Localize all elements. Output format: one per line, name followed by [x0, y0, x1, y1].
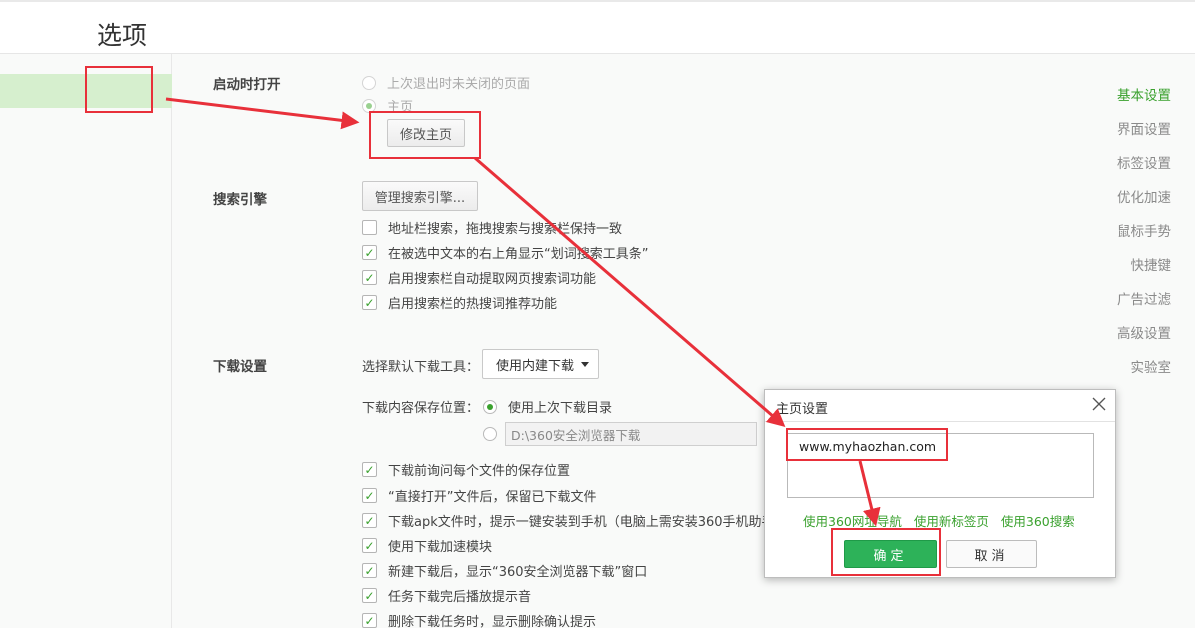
search-option-label: 在被选中文本的右上角显示“划词搜索工具条” — [388, 247, 649, 262]
search-option-label: 地址栏搜索，拖拽搜索与搜索栏保持一致 — [388, 222, 623, 237]
sidebar-item-advanced[interactable]: 高级设置 — [1117, 322, 1171, 342]
dialog-title: 主页设置 — [776, 402, 829, 417]
search-option-label: 启用搜索栏的热搜词推荐功能 — [388, 297, 558, 312]
download-option-label: 删除下载任务时，显示删除确认提示 — [388, 615, 597, 628]
startup-option-last-label: 上次退出时未关闭的页面 — [387, 77, 531, 92]
options-header: 选项 — [0, 0, 1195, 54]
sidebar-item-interface[interactable]: 界面设置 — [1117, 118, 1171, 138]
checkmark-icon[interactable]: ✓ — [362, 588, 377, 603]
download-tool-select[interactable]: 使用内建下载 — [482, 349, 599, 379]
checkbox-icon[interactable] — [362, 220, 377, 235]
homepage-dialog: 主页设置 www.myhaozhan.com 使用360网址导航 使用新标签页 … — [764, 389, 1116, 578]
checkmark-icon[interactable]: ✓ — [362, 488, 377, 503]
download-tool-value: 使用内建下载 — [496, 358, 575, 374]
radio-icon[interactable] — [362, 98, 376, 113]
startup-section-label: 启动时打开 — [213, 77, 281, 93]
divider — [765, 421, 1115, 422]
dialog-preset-links: 使用360网址导航 使用新标签页 使用360搜索 — [803, 511, 1075, 530]
chevron-down-icon — [581, 362, 589, 367]
ok-button[interactable]: 确定 — [844, 540, 937, 568]
search-option[interactable]: ✓ 启用搜索栏的热搜词推荐功能 — [362, 293, 557, 312]
download-tool-label: 选择默认下载工具： — [362, 360, 480, 375]
sidebar — [0, 54, 172, 628]
download-option-label: 下载apk文件时，提示一键安装到手机（电脑上需安装360手机助手 — [388, 515, 775, 530]
download-option[interactable]: ✓ 任务下载完后播放提示音 — [362, 586, 531, 605]
use-360-nav-link[interactable]: 使用360网址导航 — [803, 511, 902, 530]
startup-option-home-label: 主页 — [387, 100, 414, 115]
sidebar-item-lab[interactable]: 实验室 — [1131, 356, 1172, 376]
download-option[interactable]: ✓ 下载前询问每个文件的保存位置 — [362, 460, 570, 479]
checkmark-icon[interactable]: ✓ — [362, 462, 377, 477]
sidebar-active-highlight — [0, 74, 172, 108]
download-option-label: 新建下载后，显示“360安全浏览器下载”窗口 — [388, 565, 648, 580]
search-option[interactable]: ✓ 在被选中文本的右上角显示“划词搜索工具条” — [362, 243, 648, 262]
checkmark-icon[interactable]: ✓ — [362, 563, 377, 578]
download-path-input[interactable]: D:\360安全浏览器下载 — [505, 422, 757, 446]
close-icon[interactable] — [1091, 396, 1107, 412]
download-option[interactable]: ✓ 删除下载任务时，显示删除确认提示 — [362, 611, 596, 628]
checkmark-icon[interactable]: ✓ — [362, 295, 377, 310]
download-option[interactable]: ✓ 使用下载加速模块 — [362, 536, 492, 555]
download-location-last-label: 使用上次下载目录 — [508, 401, 613, 416]
download-option[interactable]: ✓ 下载apk文件时，提示一键安装到手机（电脑上需安装360手机助手 — [362, 511, 775, 530]
search-option[interactable]: ✓ 启用搜索栏自动提取网页搜索词功能 — [362, 268, 596, 287]
download-option[interactable]: ✓ 新建下载后，显示“360安全浏览器下载”窗口 — [362, 561, 647, 580]
search-option-label: 启用搜索栏自动提取网页搜索词功能 — [388, 272, 597, 287]
checkmark-icon[interactable]: ✓ — [362, 270, 377, 285]
sidebar-item-ad-filter[interactable]: 广告过滤 — [1117, 288, 1171, 308]
radio-icon[interactable] — [362, 75, 376, 90]
sidebar-item-basic[interactable]: 基本设置 — [1117, 84, 1171, 104]
download-option-label: “直接打开”文件后，保留已下载文件 — [388, 490, 597, 505]
manage-search-engines-button[interactable]: 管理搜索引擎... — [362, 181, 478, 211]
sidebar-item-tabs[interactable]: 标签设置 — [1117, 152, 1171, 172]
startup-option-home[interactable]: 主页 — [362, 96, 413, 115]
search-option[interactable]: 地址栏搜索，拖拽搜索与搜索栏保持一致 — [362, 218, 622, 237]
download-option-label: 使用下载加速模块 — [388, 540, 493, 555]
radio-icon[interactable] — [483, 399, 497, 414]
sidebar-item-mouse-gestures[interactable]: 鼠标手势 — [1117, 220, 1171, 240]
use-360-search-link[interactable]: 使用360搜索 — [1001, 511, 1075, 530]
sidebar-item-shortcuts[interactable]: 快捷键 — [1131, 254, 1172, 274]
homepage-url-input[interactable]: www.myhaozhan.com — [787, 433, 1094, 498]
download-option-label: 任务下载完后播放提示音 — [388, 590, 532, 605]
download-option[interactable]: ✓ “直接打开”文件后，保留已下载文件 — [362, 486, 596, 505]
checkmark-icon[interactable]: ✓ — [362, 538, 377, 553]
checkmark-icon[interactable]: ✓ — [362, 613, 377, 628]
download-location-last[interactable]: 使用上次下载目录 — [483, 397, 612, 416]
radio-icon[interactable] — [483, 427, 497, 441]
download-location-label: 下载内容保存位置： — [362, 401, 480, 416]
cancel-button[interactable]: 取消 — [946, 540, 1037, 568]
startup-option-last[interactable]: 上次退出时未关闭的页面 — [362, 73, 530, 92]
page-title: 选项 — [97, 21, 148, 50]
checkmark-icon[interactable]: ✓ — [362, 513, 377, 528]
search-section-label: 搜索引擎 — [213, 192, 267, 208]
sidebar-item-optimize[interactable]: 优化加速 — [1117, 186, 1171, 206]
checkmark-icon[interactable]: ✓ — [362, 245, 377, 260]
download-option-label: 下载前询问每个文件的保存位置 — [388, 464, 571, 479]
use-new-tab-link[interactable]: 使用新标签页 — [914, 511, 989, 530]
edit-home-button[interactable]: 修改主页 — [387, 119, 465, 147]
download-section-label: 下载设置 — [213, 359, 267, 375]
